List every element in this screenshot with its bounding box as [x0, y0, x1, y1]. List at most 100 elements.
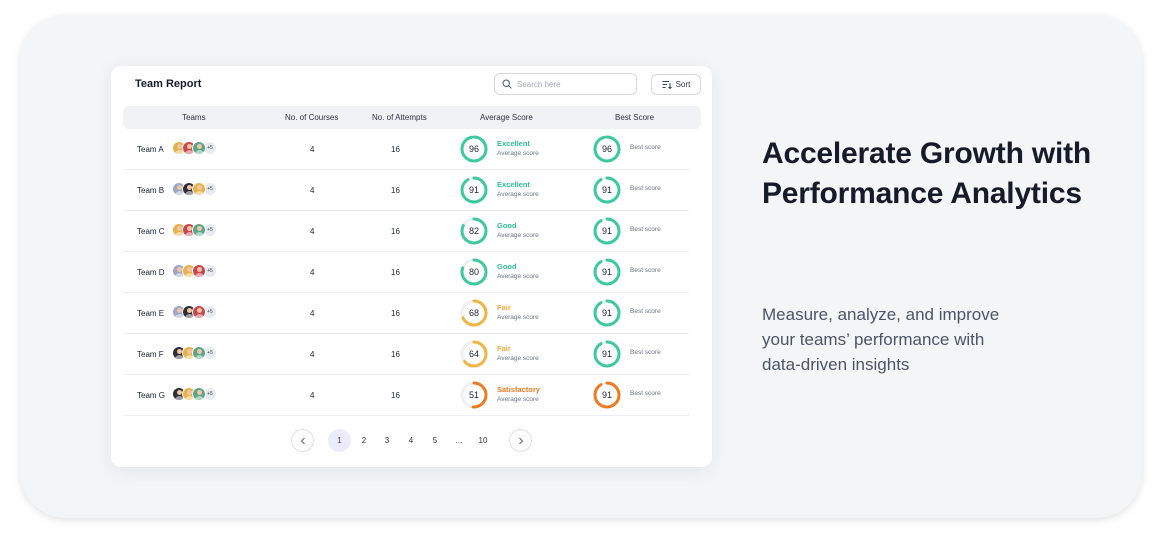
best-score-label: Best score — [630, 144, 661, 151]
avatar — [192, 182, 206, 196]
team-name: Team C — [137, 227, 165, 236]
table-row[interactable]: Team F +5 4 16 64 Fair Average score 91 Best sco… — [123, 334, 689, 375]
table-row[interactable]: Team D +5 4 16 80 Good Average score 91 Best sco… — [123, 252, 689, 293]
grade-label: Good — [497, 221, 517, 230]
avatar-group[interactable]: +5 — [172, 387, 217, 401]
avatar-group[interactable]: +5 — [172, 305, 217, 319]
average-score-ring-value: 51 — [468, 390, 479, 400]
average-score-label: Average score — [497, 355, 539, 362]
team-name: Team A — [137, 145, 164, 154]
best-score-ring-value: 91 — [601, 390, 612, 400]
best-score-label: Best score — [630, 226, 661, 233]
average-score-ring: 82 — [460, 217, 488, 245]
header-courses[interactable]: No. of Courses — [285, 113, 338, 122]
avatar-group[interactable]: +5 — [172, 182, 217, 196]
average-score-label: Average score — [497, 150, 539, 157]
team-report-card: Team Report Sort Teams No. of Courses No… — [111, 66, 712, 467]
avatar — [192, 141, 206, 155]
team-name: Team E — [137, 309, 165, 318]
hero-subtext: Measure, analyze, and improve your teams… — [762, 305, 1000, 374]
header-average-score[interactable]: Average Score — [480, 113, 533, 122]
page-4[interactable]: 4 — [402, 429, 420, 452]
team-name: Team B — [137, 186, 165, 195]
prev-page-button[interactable] — [291, 429, 314, 452]
attempts-count: 16 — [391, 391, 400, 400]
best-score-label: Best score — [630, 185, 661, 192]
table-row[interactable]: Team E +5 4 16 68 Fair Average score 91 Best sco… — [123, 293, 689, 334]
average-score-ring: 91 — [460, 176, 488, 204]
next-page-button[interactable] — [509, 429, 532, 452]
table-body: Team A +5 4 16 96 Excellent Average score 96 Bes… — [123, 129, 689, 416]
average-score-ring: 64 — [460, 340, 488, 368]
avatar-group[interactable]: +5 — [172, 346, 217, 360]
best-score-ring-value: 91 — [601, 308, 612, 318]
attempts-count: 16 — [391, 309, 400, 318]
best-score-ring-value: 91 — [601, 267, 612, 277]
best-score-ring: 96 — [593, 135, 621, 163]
average-score-ring-value: 68 — [468, 308, 479, 318]
attempts-count: 16 — [391, 350, 400, 359]
search-icon — [502, 79, 512, 89]
best-score-label: Best score — [630, 267, 661, 274]
table-row[interactable]: Team C +5 4 16 82 Good Average score 91 Best sco… — [123, 211, 689, 252]
average-score-ring-value: 91 — [468, 185, 479, 195]
page-3[interactable]: 3 — [378, 429, 396, 452]
card-title: Team Report — [135, 78, 202, 90]
average-score-ring-value: 64 — [468, 349, 479, 359]
page-2[interactable]: 2 — [355, 429, 373, 452]
average-score-ring: 51 — [460, 381, 488, 409]
average-score-label: Average score — [497, 314, 539, 321]
avatar-group[interactable]: +5 — [172, 141, 217, 155]
sort-icon — [662, 81, 672, 89]
search-box[interactable] — [494, 73, 637, 95]
avatar — [192, 346, 206, 360]
header-teams[interactable]: Teams — [182, 113, 206, 122]
best-score-ring: 91 — [593, 299, 621, 327]
page-10[interactable]: 10 — [474, 429, 492, 452]
page-ellipsis: ... — [455, 436, 463, 445]
best-score-label: Best score — [630, 390, 661, 397]
page-5[interactable]: 5 — [426, 429, 444, 452]
attempts-count: 16 — [391, 145, 400, 154]
average-score-ring-value: 80 — [468, 267, 479, 277]
header-best-score[interactable]: Best Score — [615, 113, 654, 122]
table-row[interactable]: Team B +5 4 16 91 Excellent Average score 91 Bes… — [123, 170, 689, 211]
best-score-ring-value: 91 — [601, 349, 612, 359]
table-row[interactable]: Team A +5 4 16 96 Excellent Average score 96 Bes… — [123, 129, 689, 170]
courses-count: 4 — [310, 350, 315, 359]
courses-count: 4 — [310, 391, 315, 400]
grade-label: Fair — [497, 344, 511, 353]
average-score-ring: 68 — [460, 299, 488, 327]
best-score-ring: 91 — [593, 258, 621, 286]
team-name: Team D — [137, 268, 165, 277]
page-1[interactable]: 1 — [328, 429, 351, 452]
best-score-ring: 91 — [593, 340, 621, 368]
courses-count: 4 — [310, 186, 315, 195]
average-score-label: Average score — [497, 191, 539, 198]
attempts-count: 16 — [391, 227, 400, 236]
search-input[interactable] — [517, 79, 627, 89]
table-header: Teams No. of Courses No. of Attempts Ave… — [123, 106, 701, 129]
best-score-ring: 91 — [593, 217, 621, 245]
courses-count: 4 — [310, 145, 315, 154]
grade-label: Excellent — [497, 180, 530, 189]
avatar — [192, 264, 206, 278]
average-score-ring: 96 — [460, 135, 488, 163]
avatar-group[interactable]: +5 — [172, 223, 217, 237]
average-score-label: Average score — [497, 232, 539, 239]
header-attempts[interactable]: No. of Attempts — [372, 113, 427, 122]
grade-label: Satisfactory — [497, 385, 540, 394]
table-row[interactable]: Team G +5 4 16 51 Satisfactory Average score 91… — [123, 375, 689, 416]
attempts-count: 16 — [391, 268, 400, 277]
best-score-ring-value: 91 — [601, 226, 612, 236]
best-score-ring-value: 96 — [601, 144, 612, 154]
average-score-ring: 80 — [460, 258, 488, 286]
avatar — [192, 223, 206, 237]
best-score-ring: 91 — [593, 176, 621, 204]
grade-label: Good — [497, 262, 517, 271]
average-score-ring-value: 96 — [468, 144, 479, 154]
courses-count: 4 — [310, 227, 315, 236]
best-score-label: Best score — [630, 308, 661, 315]
avatar-group[interactable]: +5 — [172, 264, 217, 278]
sort-button[interactable]: Sort — [651, 74, 701, 95]
